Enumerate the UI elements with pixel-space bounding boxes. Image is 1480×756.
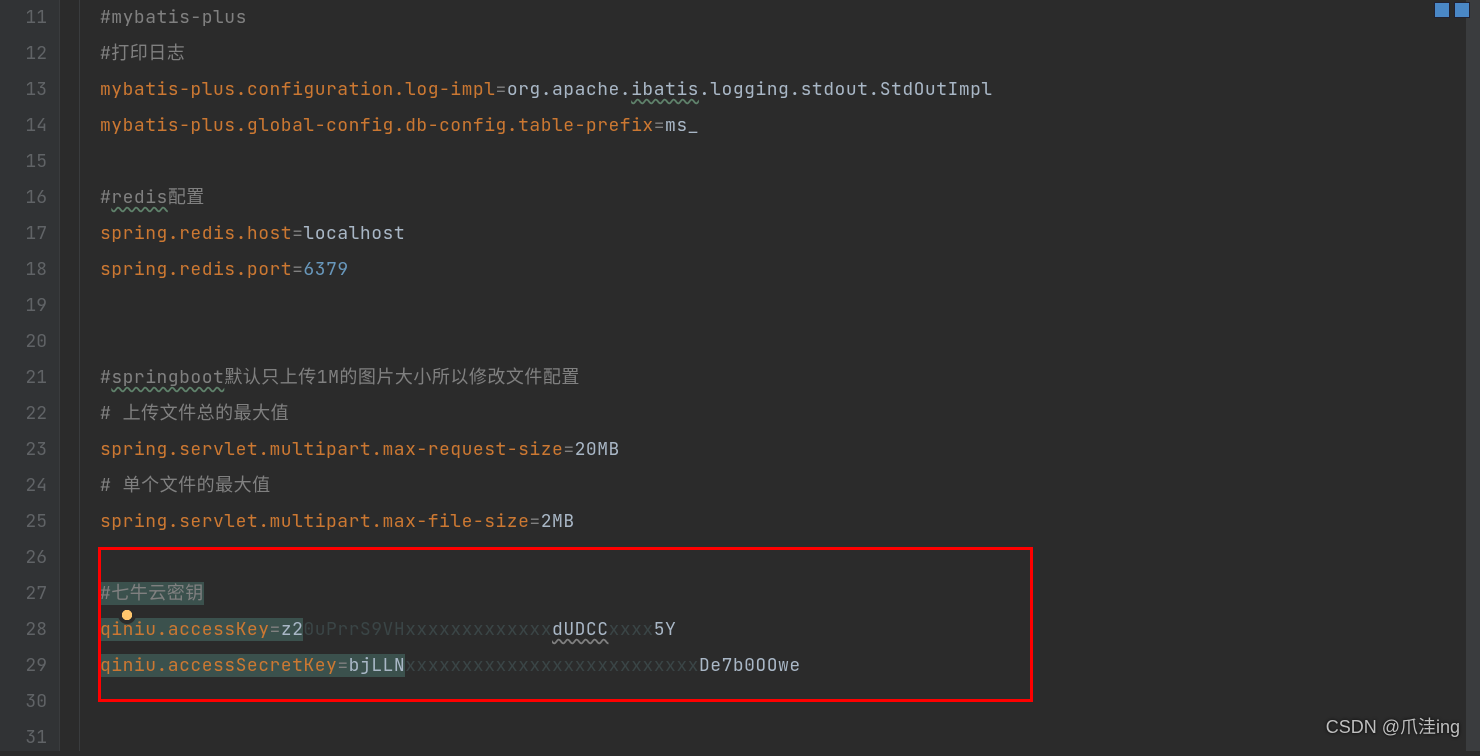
code-line[interactable]: spring.redis.port=6379 [100, 252, 1480, 288]
line-number: 19 [0, 288, 47, 324]
code-line[interactable]: #七牛云密钥 [100, 576, 1480, 612]
line-number: 18 [0, 252, 47, 288]
code-line[interactable]: mybatis-plus.configuration.log-impl=org.… [100, 72, 1480, 108]
code-line[interactable]: #打印日志 [100, 36, 1480, 72]
line-number: 24 [0, 468, 47, 504]
code-editor: 1112131415161718192021222324252627282930… [0, 0, 1480, 751]
code-area[interactable]: #mybatis-plus #打印日志 mybatis-plus.configu… [80, 0, 1480, 751]
line-number: 20 [0, 324, 47, 360]
code-line[interactable]: #springboot默认只上传1M的图片大小所以修改文件配置 [100, 360, 1480, 396]
code-line[interactable]: # 单个文件的最大值 [100, 468, 1480, 504]
code-line[interactable]: spring.servlet.multipart.max-file-size=2… [100, 504, 1480, 540]
preview-thumbnails [1434, 2, 1470, 18]
code-line[interactable]: qiniu.accessKey=z20uPrrS9VHxxxxxxxxxxxxx… [100, 612, 1480, 648]
line-number: 21 [0, 360, 47, 396]
code-line[interactable]: # 上传文件总的最大值 [100, 396, 1480, 432]
gutter-strip [60, 0, 80, 751]
line-number: 16 [0, 180, 47, 216]
line-number: 22 [0, 396, 47, 432]
code-line[interactable] [100, 288, 1480, 324]
code-line[interactable]: spring.servlet.multipart.max-request-siz… [100, 432, 1480, 468]
line-number: 23 [0, 432, 47, 468]
vertical-scrollbar[interactable] [1466, 0, 1480, 751]
line-number: 14 [0, 108, 47, 144]
thumbnail-icon [1434, 2, 1450, 18]
line-number: 26 [0, 540, 47, 576]
line-number: 13 [0, 72, 47, 108]
code-line[interactable]: spring.redis.host=localhost [100, 216, 1480, 252]
code-line[interactable]: #redis配置 [100, 180, 1480, 216]
line-number: 25 [0, 504, 47, 540]
line-number: 17 [0, 216, 47, 252]
line-number: 30 [0, 684, 47, 720]
line-number-gutter: 1112131415161718192021222324252627282930… [0, 0, 60, 751]
line-number: 12 [0, 36, 47, 72]
code-line[interactable]: #mybatis-plus [100, 0, 1480, 36]
thumbnail-icon [1454, 2, 1470, 18]
code-line[interactable]: mybatis-plus.global-config.db-config.tab… [100, 108, 1480, 144]
line-number: 28 [0, 612, 47, 648]
code-line[interactable] [100, 144, 1480, 180]
line-number: 15 [0, 144, 47, 180]
code-line[interactable]: qiniu.accessSecretKey=bjLLNxxxxxxxxxxxxx… [100, 648, 1480, 684]
code-line[interactable] [100, 540, 1480, 576]
code-line[interactable] [100, 684, 1480, 720]
line-number: 27 [0, 576, 47, 612]
line-number: 11 [0, 0, 47, 36]
line-number: 29 [0, 648, 47, 684]
code-line[interactable] [100, 324, 1480, 360]
